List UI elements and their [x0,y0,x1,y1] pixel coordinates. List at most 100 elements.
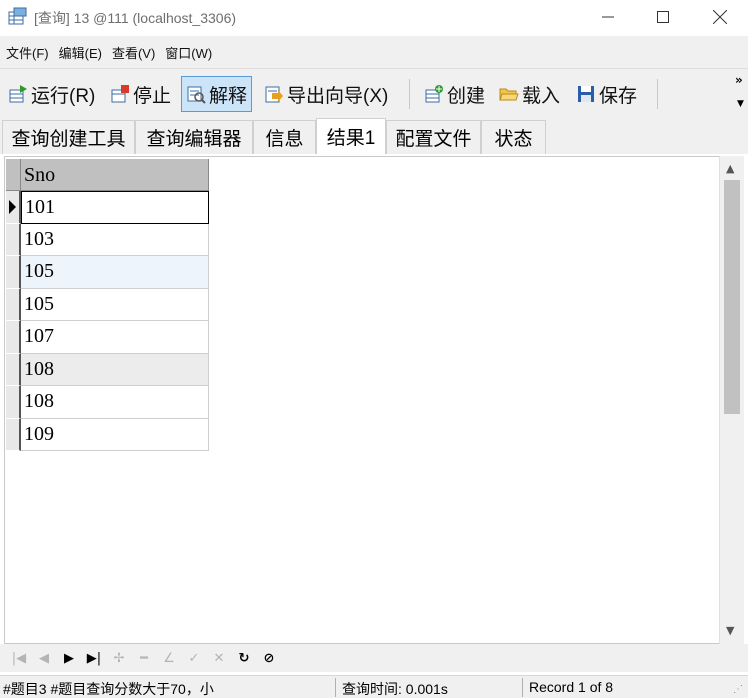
insert-record-icon[interactable]: ✢ [108,647,130,669]
refresh-icon[interactable]: ↻ [233,647,255,669]
tab-query-editor[interactable]: 查询编辑器 [135,120,253,154]
load-button[interactable]: 载入 [495,76,564,112]
table-grid-icon [8,7,27,25]
toolbar-separator-2 [657,79,658,109]
run-button[interactable]: 运行(R) [4,76,99,112]
load-label: 载入 [522,85,561,107]
grid-corner[interactable] [6,159,21,191]
save-icon [578,86,594,102]
menu-edit[interactable]: 编辑(E) [59,43,102,62]
table-cell[interactable]: 103 [21,223,209,256]
table-row[interactable]: 105 [6,288,209,321]
title-bar: [查询] 13 @111 (localhost_3306) [0,0,748,36]
row-indicator[interactable] [6,386,21,419]
result-grid[interactable]: Sno 101 103 105 105 107 108 108 109 [4,156,744,644]
tab-label: 配置文件 [395,129,472,150]
table-row[interactable]: 107 [6,321,209,354]
table-row[interactable]: 103 [6,223,209,256]
scroll-down-icon[interactable]: ▼ [726,624,734,637]
table-cell[interactable]: 108 [21,386,209,419]
tab-label: 结果1 [326,128,376,149]
maximize-button[interactable] [634,0,692,34]
save-button[interactable]: 保存 [572,76,641,112]
table-row[interactable]: 105 [6,256,209,289]
table-cell[interactable]: 101 [21,191,209,224]
toolbar-separator [409,79,410,109]
row-indicator[interactable] [6,321,21,354]
grid-header: Sno [6,159,209,191]
toolbar-dropdown-icon[interactable]: ▼ [737,99,744,109]
row-indicator[interactable] [6,223,21,256]
tab-bar: 查询创建工具 查询编辑器 信息 结果1 配置文件 状态 [0,118,748,154]
tab-status[interactable]: 状态 [481,120,546,154]
scrollbar-thumb[interactable] [724,180,740,414]
apply-changes-icon[interactable]: ✓ [183,647,205,669]
column-header-sno[interactable]: Sno [21,159,209,191]
stop-label: 停止 [133,85,172,107]
discard-changes-icon[interactable]: ✕ [208,647,230,669]
minimize-button[interactable] [579,0,637,34]
menu-window[interactable]: 窗口(W) [165,43,212,62]
scroll-up-icon[interactable]: ▲ [726,162,734,175]
export-wizard-label: 导出向导(X) [287,85,389,107]
vertical-scrollbar[interactable]: ▲ ▼ [719,156,744,644]
create-label: 创建 [447,85,486,107]
export-wizard-button[interactable]: 导出向导(X) [260,76,392,112]
tab-label: 状态 [494,129,533,150]
export-icon [265,86,283,103]
table-row[interactable]: 108 [6,353,209,386]
status-bar: #题目3 #题目查询分数大于70，小 查询时间: 0.001s Record 1… [0,675,748,698]
row-indicator[interactable] [6,256,21,289]
explain-label: 解释 [209,85,248,107]
create-button[interactable]: 创建 [420,76,489,112]
resize-grip-icon[interactable]: ⋰ [733,684,743,695]
next-record-icon[interactable]: ▶ [58,647,80,669]
open-folder-icon [499,88,519,101]
close-icon [713,10,727,24]
run-label: 运行(R) [31,85,96,107]
stop-query-icon[interactable]: ⊘ [258,647,280,669]
status-separator [335,678,336,697]
table-row[interactable]: 101 [6,191,209,224]
menu-view[interactable]: 查看(V) [112,43,155,62]
explain-icon [187,86,206,104]
toolbar: 运行(R) 停止 解释 导出向导(X) 创建 载入 保存 » ▼ [0,68,748,118]
table-cell[interactable]: 105 [21,288,209,321]
tab-label: 查询创建工具 [11,129,126,150]
tab-label: 查询编辑器 [146,129,242,150]
create-icon [425,85,443,103]
row-indicator[interactable] [6,288,21,321]
save-label: 保存 [599,85,638,107]
tab-label: 信息 [265,129,304,150]
stop-icon [111,85,129,103]
table-row[interactable]: 108 [6,386,209,419]
minimize-icon [602,16,614,18]
tab-result-1[interactable]: 结果1 [316,118,386,154]
tab-info[interactable]: 信息 [253,120,316,154]
close-button[interactable] [691,0,748,34]
window-title: [查询] 13 @111 (localhost_3306) [34,10,237,26]
menu-bar: 文件(F) 编辑(E) 查看(V) 窗口(W) [0,36,748,68]
stop-button[interactable]: 停止 [106,76,175,112]
table-cell[interactable]: 105 [21,256,209,289]
explain-button[interactable]: 解释 [181,76,253,112]
last-record-icon[interactable]: ▶| [83,647,105,669]
record-navigation-bar: |◀ ◀ ▶ ▶| ✢ ━ ∠ ✓ ✕ ↻ ⊘ [0,644,748,672]
row-indicator[interactable] [6,353,21,386]
delete-record-icon[interactable]: ━ [133,647,155,669]
table-cell[interactable]: 108 [21,353,209,386]
current-row-indicator[interactable] [6,191,21,224]
tab-query-builder[interactable]: 查询创建工具 [2,120,135,154]
first-record-icon[interactable]: |◀ [8,647,30,669]
status-separator [522,678,523,697]
menu-file[interactable]: 文件(F) [6,43,49,62]
table-cell[interactable]: 107 [21,321,209,354]
table-cell[interactable]: 109 [21,418,209,451]
tab-profile[interactable]: 配置文件 [386,120,481,154]
row-indicator[interactable] [6,418,21,451]
edit-record-icon[interactable]: ∠ [158,647,180,669]
previous-record-icon[interactable]: ◀ [33,647,55,669]
toolbar-overflow-icon[interactable]: » [735,73,743,87]
status-query-time: 查询时间: 0.001s [342,681,448,697]
table-row[interactable]: 109 [6,418,209,451]
